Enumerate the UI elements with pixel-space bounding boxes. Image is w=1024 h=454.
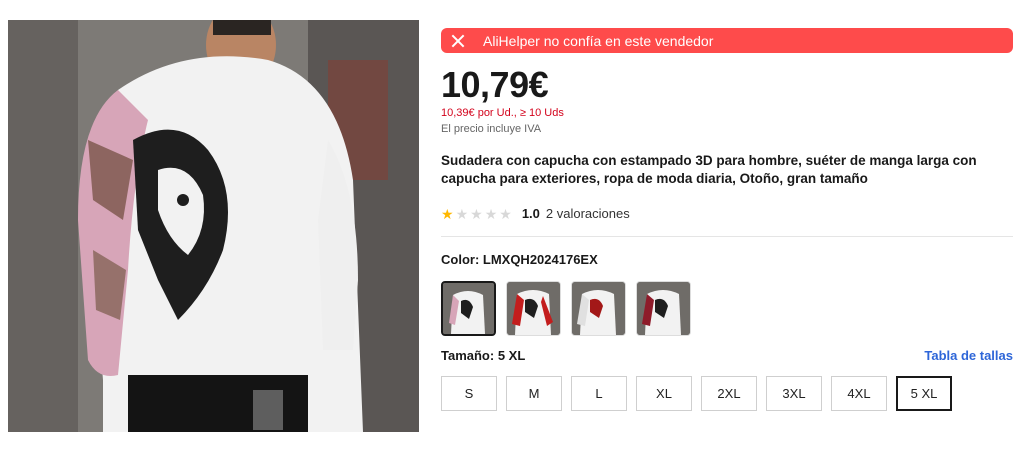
divider	[441, 236, 1013, 237]
star-empty-icon: ★	[470, 205, 483, 222]
size-option[interactable]: 4XL	[831, 376, 887, 411]
close-icon[interactable]	[451, 34, 465, 48]
star-empty-icon: ★	[484, 205, 498, 222]
size-option[interactable]: 3XL	[766, 376, 822, 411]
size-label: Tamaño: 5 XL	[441, 348, 526, 363]
product-info-panel: AliHelper no confía en este vendedor 10,…	[441, 0, 1014, 454]
size-option[interactable]: 2XL	[701, 376, 757, 411]
color-swatch[interactable]	[571, 281, 626, 336]
vat-note: El precio incluye IVA	[441, 123, 542, 135]
rating-row[interactable]: ★ ★ ★ ★ ★ 1.0 2 valoraciones	[441, 206, 630, 221]
seller-warning-banner: AliHelper no confía en este vendedor	[441, 28, 1013, 53]
star-empty-icon: ★	[499, 205, 512, 222]
rating-stars: ★ ★ ★ ★ ★	[441, 207, 512, 221]
size-option[interactable]: S	[441, 376, 497, 411]
size-options: S M L XL 2XL 3XL 4XL 5 XL	[441, 376, 952, 411]
size-option[interactable]: M	[506, 376, 562, 411]
size-chart-link[interactable]: Tabla de tallas	[924, 348, 1013, 363]
color-swatch[interactable]	[506, 281, 561, 336]
rating-score: 1.0	[521, 206, 540, 221]
color-swatches	[441, 281, 691, 336]
star-empty-icon: ★	[455, 205, 469, 222]
product-title: Sudadera con capucha con estampado 3D pa…	[441, 153, 977, 186]
product-main-image[interactable]	[8, 20, 419, 432]
size-option[interactable]: XL	[636, 376, 692, 411]
size-option-selected[interactable]: 5 XL	[896, 376, 952, 411]
color-swatch[interactable]	[636, 281, 691, 336]
bulk-price: 10,39€ por Ud., ≥ 10 Uds	[441, 107, 564, 119]
color-label: Color: LMXQH2024176EX	[441, 252, 598, 267]
color-swatch[interactable]	[441, 281, 496, 336]
size-option[interactable]: L	[571, 376, 627, 411]
warning-text: AliHelper no confía en este vendedor	[483, 32, 714, 49]
star-filled-icon: ★	[441, 205, 454, 222]
product-price: 10,79€	[441, 64, 549, 105]
rating-count[interactable]: 2 valoraciones	[546, 206, 630, 221]
